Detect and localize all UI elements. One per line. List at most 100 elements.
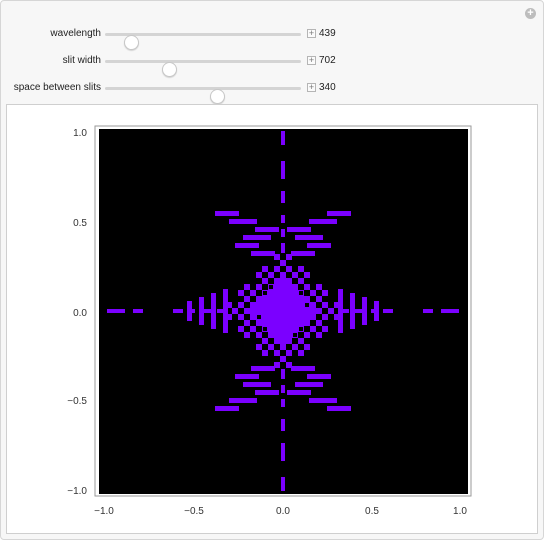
pattern-cell (274, 290, 280, 296)
pattern-cell (322, 326, 328, 332)
pattern-cell (255, 227, 279, 232)
pattern-cell (310, 302, 316, 308)
wavelength-slider-thumb[interactable] (123, 35, 139, 50)
pattern-cell (238, 326, 244, 332)
pattern-cell (268, 332, 274, 338)
pattern-cell (280, 290, 286, 296)
pattern-cell (362, 297, 367, 325)
pattern-cell (298, 302, 304, 308)
control-wavelength: wavelength + 439 (1, 24, 544, 50)
pattern-cell (292, 308, 298, 314)
pattern-cell (280, 344, 286, 350)
pattern-cell (281, 385, 285, 393)
wavelength-label: wavelength (50, 28, 101, 39)
pattern-cell (298, 338, 304, 344)
pattern-cell (322, 290, 328, 296)
pattern-cell (256, 320, 262, 326)
y-tick-label: 0.0 (73, 308, 87, 319)
y-tick-label: 0.5 (73, 218, 87, 229)
space-between-slits-slider[interactable] (105, 87, 301, 104)
pattern-cell (274, 296, 280, 302)
pattern-gap (263, 327, 267, 331)
pattern-cell (280, 326, 286, 332)
pattern-cell (244, 332, 250, 338)
pattern-cell (286, 332, 292, 338)
pattern-cell (203, 309, 211, 313)
pattern-cell (238, 314, 244, 320)
pattern-cell (286, 338, 292, 344)
pattern-cell (250, 326, 256, 332)
pattern-cell (281, 131, 285, 145)
wavelength-expand-icon[interactable]: + (307, 29, 316, 38)
slit-width-expand-icon[interactable]: + (307, 56, 316, 65)
pattern-cell (281, 191, 285, 203)
pattern-cell (238, 302, 244, 308)
pattern-cell (268, 314, 274, 320)
pattern-cell (235, 243, 259, 248)
pattern-cell (262, 350, 268, 356)
pattern-gap (299, 327, 303, 331)
pattern-cell (280, 260, 286, 266)
space-between-slits-expand-icon[interactable]: + (307, 83, 316, 92)
pattern-cell (281, 477, 285, 491)
pattern-cell (292, 302, 298, 308)
pattern-cell (235, 374, 259, 379)
pattern-cell (350, 293, 355, 329)
x-tick-label: −1.0 (94, 506, 114, 517)
pattern-cell (327, 211, 351, 216)
slit-width-slider[interactable] (105, 60, 301, 77)
pattern-cell (262, 314, 268, 320)
pattern-cell (286, 320, 292, 326)
pattern-cell (262, 266, 268, 272)
pattern-cell (244, 296, 250, 302)
control-space-between-slits: space between slits + 340 (1, 78, 544, 104)
pattern-cell (286, 350, 292, 356)
pattern-cell (232, 308, 238, 314)
pattern-cell (173, 309, 183, 313)
pattern-cell (292, 272, 298, 278)
pattern-cell (286, 290, 292, 296)
pattern-cell (280, 272, 286, 278)
pattern-cell (223, 289, 228, 333)
slit-width-slider-thumb[interactable] (161, 62, 177, 77)
space-between-slits-value: 340 (319, 82, 336, 93)
pattern-cell (280, 356, 286, 362)
pattern-cell (268, 302, 274, 308)
pattern-cell (298, 296, 304, 302)
pattern-cell (256, 332, 262, 338)
pattern-cell (304, 314, 310, 320)
pattern-cell (262, 302, 268, 308)
pattern-cell (256, 308, 262, 314)
pattern-gap (305, 303, 309, 307)
pattern-cell (238, 290, 244, 296)
pattern-gap (269, 285, 273, 289)
pattern-cell (338, 289, 343, 333)
pattern-cell (304, 308, 310, 314)
pattern-cell (310, 290, 316, 296)
pattern-cell (292, 344, 298, 350)
pattern-cell (292, 320, 298, 326)
pattern-cell (281, 419, 285, 431)
pattern-cell (262, 278, 268, 284)
pattern-cell (281, 161, 285, 179)
pattern-cell (383, 309, 393, 313)
space-between-slits-slider-thumb[interactable] (210, 89, 226, 104)
control-slit-width: slit width + 702 (1, 51, 544, 77)
pattern-cell (309, 219, 337, 224)
pattern-cell (274, 326, 280, 332)
pattern-cell (291, 251, 315, 256)
slit-width-label: slit width (62, 55, 101, 66)
wavelength-slider[interactable] (105, 33, 301, 50)
pattern-cell (215, 211, 239, 216)
pattern-cell (274, 278, 280, 284)
pattern-cell (423, 309, 433, 313)
pattern-cell (274, 314, 280, 320)
manipulate-panel: + wavelength + 439 slit width + 702 spac… (0, 0, 544, 540)
pattern-cell (291, 366, 315, 371)
pattern-cell (274, 332, 280, 338)
pattern-cell (262, 296, 268, 302)
pattern-cell (268, 344, 274, 350)
pattern-cell (298, 308, 304, 314)
plot-area: 1.0 0.5 0.0 −0.5 −1.0 −1.0 −0.5 0.0 0.5 … (6, 104, 538, 534)
options-plus-icon[interactable]: + (525, 8, 536, 19)
